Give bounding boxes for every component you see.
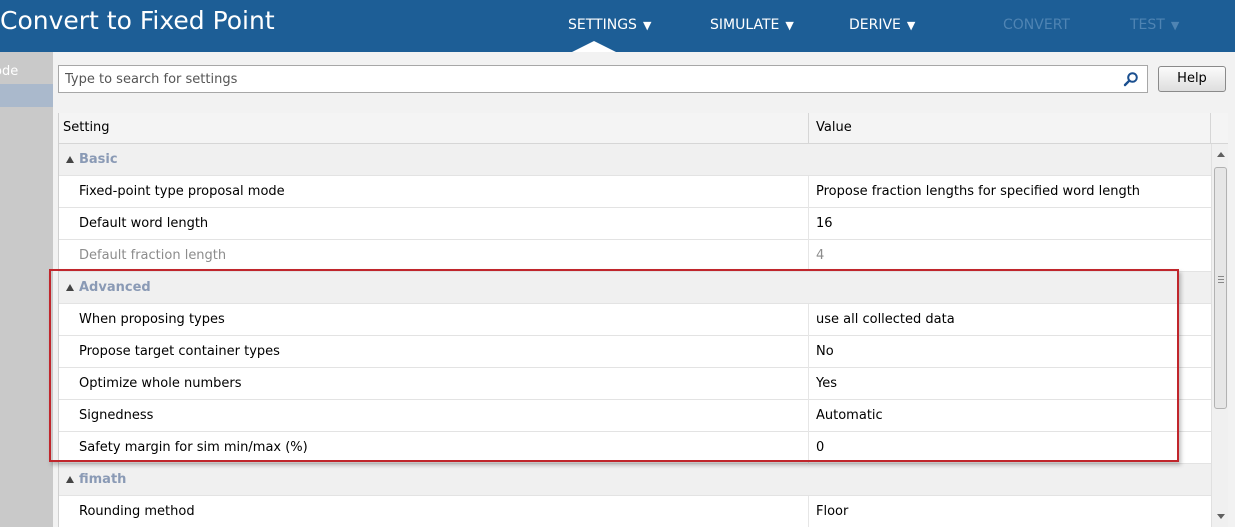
setting-value[interactable]: 16 (816, 216, 833, 231)
menu-convert[interactable]: CONVERT (1003, 17, 1070, 33)
search-box[interactable] (58, 65, 1148, 93)
group-label: fimath (79, 472, 127, 487)
table-row: Default fraction length 4 (59, 240, 1211, 272)
column-divider[interactable] (808, 113, 809, 144)
collapse-triangle-icon[interactable] (66, 156, 74, 163)
table-row[interactable]: Rounding method Floor (59, 496, 1211, 527)
cell-divider (808, 208, 809, 240)
column-divider (1210, 113, 1211, 144)
chevron-down-icon: ▼ (785, 19, 794, 32)
settings-table: Setting Value Basic Fixed-point type pro… (58, 113, 1228, 527)
help-button[interactable]: Help (1158, 66, 1226, 92)
menu-derive[interactable]: DERIVE ▼ (849, 17, 915, 33)
search-input[interactable] (65, 70, 1105, 88)
top-bar: Convert to Fixed Point SETTINGS ▼ SIMULAT… (0, 0, 1235, 53)
setting-name: Rounding method (79, 504, 195, 519)
vertical-scrollbar[interactable] (1211, 144, 1228, 527)
table-row[interactable]: Optimize whole numbers Yes (59, 368, 1211, 400)
collapse-triangle-icon[interactable] (66, 476, 74, 483)
cell-divider (808, 240, 809, 272)
setting-name: Optimize whole numbers (79, 376, 242, 391)
setting-name: Safety margin for sim min/max (%) (79, 440, 308, 455)
cell-divider (808, 368, 809, 400)
menu-simulate[interactable]: SIMULATE ▼ (710, 17, 794, 33)
table-row[interactable]: When proposing types use all collected d… (59, 304, 1211, 336)
chevron-down-icon: ▼ (1170, 19, 1180, 32)
menu-settings[interactable]: SETTINGS ▼ (568, 17, 651, 33)
column-header-value[interactable]: Value (816, 120, 852, 135)
menu-test[interactable]: TEST ▼ (1130, 17, 1179, 33)
setting-value[interactable]: Floor (816, 504, 848, 519)
setting-value[interactable]: Automatic (816, 408, 883, 423)
table-row[interactable]: Fixed-point type proposal mode Propose f… (59, 176, 1211, 208)
collapse-triangle-icon[interactable] (66, 284, 74, 291)
table-row[interactable]: Safety margin for sim min/max (%) 0 (59, 432, 1211, 464)
search-icon[interactable] (1123, 71, 1139, 87)
setting-name: Signedness (79, 408, 154, 423)
setting-name: Fixed-point type proposal mode (79, 184, 285, 199)
left-panel: ode (0, 52, 53, 527)
table-row[interactable]: Default word length 16 (59, 208, 1211, 240)
convert-to-fixed-point-window: Convert to Fixed Point SETTINGS ▼ SIMULAT… (0, 0, 1235, 527)
menu-simulate-label: SIMULATE (710, 17, 780, 33)
group-row-advanced[interactable]: Advanced (59, 272, 1211, 304)
app-title: Convert to Fixed Point (0, 6, 275, 35)
group-row-basic[interactable]: Basic (59, 144, 1211, 176)
setting-value[interactable]: 0 (816, 440, 824, 455)
scrollbar-thumb[interactable] (1214, 167, 1227, 409)
menu-convert-label: CONVERT (1003, 17, 1070, 33)
setting-name: When proposing types (79, 312, 225, 327)
menu-test-label: TEST (1130, 17, 1165, 33)
column-header-setting[interactable]: Setting (63, 120, 110, 135)
chevron-down-icon: ▼ (642, 19, 652, 32)
grip-icon (1218, 276, 1224, 283)
setting-name: Default fraction length (79, 248, 227, 263)
table-row[interactable]: Propose target container types No (59, 336, 1211, 368)
settings-panel: Help Setting Value Basic Fixed-point typ… (53, 52, 1235, 527)
setting-name: Propose target container types (79, 344, 280, 359)
table-row[interactable]: Signedness Automatic (59, 400, 1211, 432)
setting-value[interactable]: Propose fraction lengths for specified w… (816, 184, 1140, 199)
setting-value[interactable]: No (816, 344, 834, 359)
setting-name: Default word length (79, 216, 209, 231)
menu-settings-label: SETTINGS (568, 17, 637, 33)
chevron-down-icon: ▼ (906, 19, 916, 32)
group-label: Advanced (79, 280, 151, 295)
cell-divider (808, 496, 809, 527)
menu-derive-label: DERIVE (849, 17, 901, 33)
cell-divider (808, 336, 809, 368)
left-panel-selection[interactable] (0, 84, 53, 107)
group-label: Basic (79, 152, 118, 167)
table-header: Setting Value (59, 113, 1228, 144)
cell-divider (808, 176, 809, 208)
scroll-down-arrow-icon[interactable] (1217, 514, 1225, 519)
cell-divider (808, 304, 809, 336)
cell-divider (808, 400, 809, 432)
group-row-fimath[interactable]: fimath (59, 464, 1211, 496)
scroll-up-arrow-icon[interactable] (1217, 152, 1225, 157)
setting-value[interactable]: Yes (816, 376, 837, 391)
setting-value: 4 (816, 248, 825, 263)
left-panel-label: ode (0, 64, 19, 79)
cell-divider (808, 432, 809, 464)
setting-value[interactable]: use all collected data (816, 312, 955, 327)
